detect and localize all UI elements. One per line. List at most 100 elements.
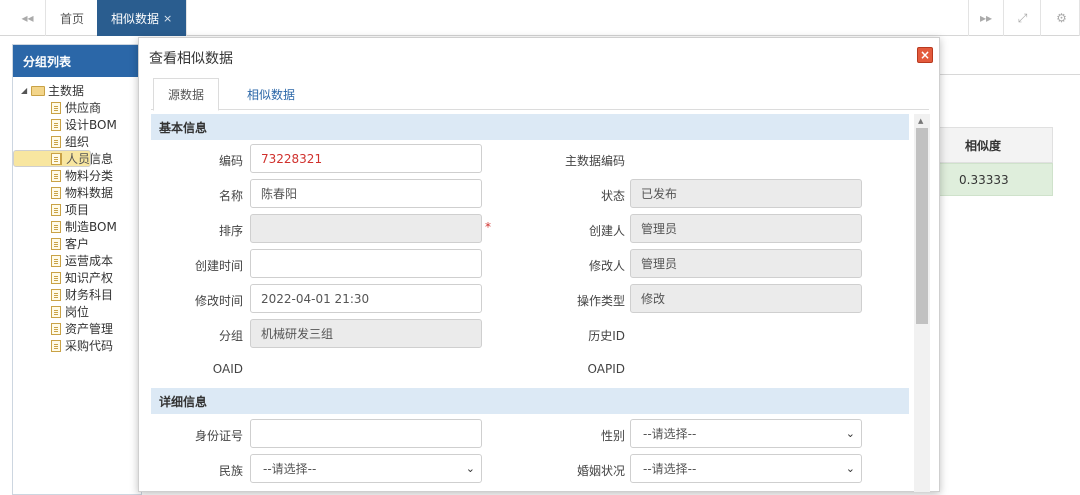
tab-home-label: 首页 <box>60 11 85 26</box>
tab-source-data[interactable]: 源数据 <box>153 78 220 111</box>
tab-similar-data[interactable]: 相似数据 × <box>97 0 188 36</box>
op-type-label: 操作类型 <box>576 294 625 308</box>
status-field[interactable]: 已发布 <box>630 179 862 208</box>
creator-field[interactable]: 管理员 <box>630 214 862 243</box>
tab-similar-data[interactable]: 相似数据 <box>233 78 309 111</box>
status-label: 状态 <box>600 189 625 203</box>
folder-icon <box>31 85 45 96</box>
document-icon <box>51 169 61 182</box>
oapid-label: OAPID <box>587 362 625 376</box>
tree-item[interactable]: 供应商 <box>13 99 141 116</box>
creator-label: 创建人 <box>588 224 625 238</box>
document-icon <box>51 186 61 199</box>
gender-select-value: --请选择-- <box>643 427 697 441</box>
id-card-label: 身份证号 <box>194 429 243 443</box>
tree-item-label: 物料数据 <box>65 186 114 200</box>
op-type-field[interactable]: 修改 <box>630 284 862 313</box>
tree-item[interactable]: 物料数据 <box>13 184 141 201</box>
chevron-down-icon: ⌄ <box>465 462 475 475</box>
document-icon <box>51 237 61 250</box>
sort-label: 排序 <box>218 224 243 238</box>
group-list-panel: 分组列表 ◢ 主数据 供应商 设计BOM 组织 人员 工艺信息 物料分类 物料数… <box>12 44 142 495</box>
code-field[interactable]: 73228321 <box>250 144 482 173</box>
sort-field[interactable] <box>250 214 482 243</box>
gender-select[interactable]: --请选择-- ⌄ <box>630 419 862 448</box>
document-icon <box>51 322 61 335</box>
chevron-down-icon: ⌄ <box>845 462 855 475</box>
chevron-down-icon: ⌄ <box>845 427 855 440</box>
document-icon <box>51 220 61 233</box>
tree-item[interactable]: 组织 <box>13 133 141 150</box>
dialog-title: 查看相似数据 <box>149 51 233 67</box>
modified-time-field[interactable]: 2022-04-01 21:30 <box>250 284 482 313</box>
collapse-arrow-icon[interactable]: ◢ <box>21 86 31 95</box>
document-icon <box>51 305 61 318</box>
tree-item[interactable]: 物料分类 <box>13 167 141 184</box>
ethnicity-select[interactable]: --请选择-- ⌄ <box>250 454 482 483</box>
tree-item-label: 运营成本 <box>65 254 114 268</box>
tree-item[interactable]: 制造BOM <box>13 218 141 235</box>
tree-item-label: 制造BOM <box>65 220 117 234</box>
tree-item[interactable]: 客户 <box>13 235 141 252</box>
document-icon <box>51 135 61 148</box>
tree-item[interactable]: 运营成本 <box>13 252 141 269</box>
double-left-arrow-icon[interactable]: ◂◂ <box>10 0 46 36</box>
tree-item-label: 组织 <box>65 135 90 149</box>
modified-time-label: 修改时间 <box>194 294 243 308</box>
group-list-header: 分组列表 <box>13 45 141 77</box>
dialog-scrollbar[interactable]: ▲ <box>914 114 930 492</box>
tree-root-label: 主数据 <box>48 84 85 98</box>
tree-item-label: 岗位 <box>65 305 90 319</box>
expand-icon[interactable]: ⤢ <box>1005 0 1041 36</box>
created-time-label: 创建时间 <box>194 259 243 273</box>
tree-item-label: 物料分类 <box>65 169 114 183</box>
scrollbar-thumb[interactable] <box>916 128 928 324</box>
name-field[interactable]: 陈春阳 <box>250 179 482 208</box>
view-similar-data-dialog: 查看相似数据 × 源数据 相似数据 基本信息 编码 73228321 名称 陈春… <box>138 37 940 492</box>
required-marker: * <box>485 220 491 234</box>
id-card-field[interactable] <box>250 419 482 448</box>
created-time-field[interactable] <box>250 249 482 278</box>
top-tab-bar: ◂◂ 首页 相似数据 × ▸▸ ⤢ ⚙ <box>0 0 1080 36</box>
tree-item-label: 客户 <box>65 237 90 251</box>
ethnicity-select-value: --请选择-- <box>263 462 317 476</box>
tree-item[interactable]: 资产管理 <box>13 320 141 337</box>
gender-label: 性别 <box>600 429 625 443</box>
master-code-label: 主数据编码 <box>564 154 625 168</box>
marital-label: 婚姻状况 <box>576 464 625 478</box>
document-icon <box>51 152 61 165</box>
tree-item-label: 人员 <box>66 152 91 166</box>
document-icon <box>51 271 61 284</box>
section-basic-info: 基本信息 <box>151 114 909 140</box>
history-id-label: 历史ID <box>588 329 625 343</box>
section-detail-info: 详细信息 <box>151 388 909 414</box>
tree-root-master-data[interactable]: ◢ 主数据 <box>13 82 141 99</box>
document-icon <box>51 118 61 131</box>
tab-close-icon[interactable]: × <box>163 12 172 25</box>
tree-item-label: 采购代码 <box>65 339 114 353</box>
document-icon <box>51 101 61 114</box>
oaid-label: OAID <box>212 362 243 376</box>
tree-item[interactable]: 项目 <box>13 201 141 218</box>
gear-icon[interactable]: ⚙ <box>1044 0 1080 36</box>
close-icon[interactable]: × <box>917 47 933 63</box>
group-label: 分组 <box>218 329 243 343</box>
code-label: 编码 <box>218 154 243 168</box>
marital-select[interactable]: --请选择-- ⌄ <box>630 454 862 483</box>
dialog-tabs: 源数据 相似数据 <box>151 78 929 111</box>
document-icon <box>51 339 61 352</box>
tree-item[interactable]: 知识产权 <box>13 269 141 286</box>
tree-item[interactable]: 采购代码 <box>13 337 141 354</box>
tree-item[interactable]: 岗位 <box>13 303 141 320</box>
tree-item[interactable]: 设计BOM <box>13 116 141 133</box>
scroll-up-icon[interactable]: ▲ <box>918 117 923 125</box>
tree-item-label: 项目 <box>65 203 90 217</box>
double-right-arrow-icon[interactable]: ▸▸ <box>968 0 1004 36</box>
group-field[interactable]: 机械研发三组 <box>250 319 482 348</box>
tab-similar-data-label: 相似数据 <box>111 11 160 26</box>
ethnicity-label: 民族 <box>218 464 243 478</box>
tree-item-label: 知识产权 <box>65 271 114 285</box>
tree-item[interactable]: 财务科目 <box>13 286 141 303</box>
modifier-field[interactable]: 管理员 <box>630 249 862 278</box>
tab-home[interactable]: 首页 <box>46 0 100 36</box>
